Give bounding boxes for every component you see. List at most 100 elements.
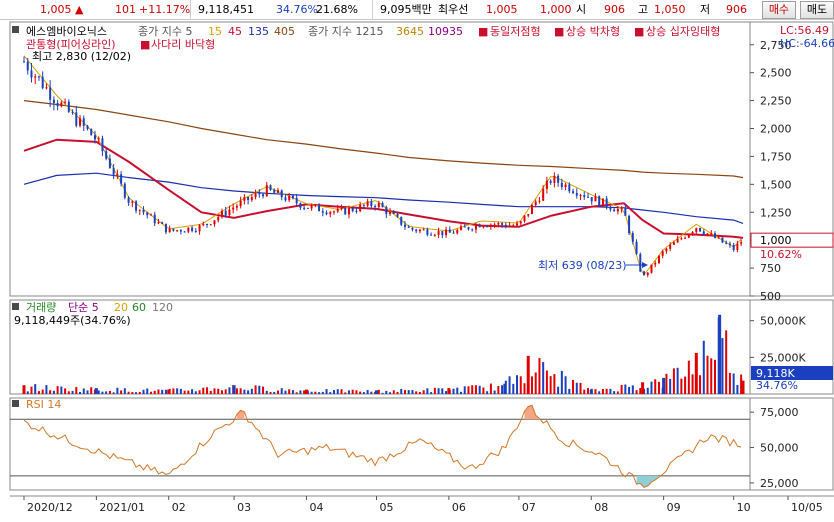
rsi-legend-icon[interactable] <box>12 400 19 407</box>
candle-body <box>314 204 317 206</box>
volume-bar <box>239 388 242 394</box>
buy-button[interactable]: 매수 <box>762 1 796 19</box>
candle-body <box>351 207 354 211</box>
turnover-ratio: 21.68% <box>316 3 358 16</box>
volume-bar <box>377 389 380 394</box>
candle-body <box>194 230 197 232</box>
volume-bar <box>254 385 257 394</box>
volume-bar <box>684 376 687 394</box>
volume-bar-peak <box>374 390 378 394</box>
ma405-label: 405 <box>274 25 295 38</box>
volume-bar <box>90 387 93 394</box>
volume-bar <box>295 392 298 394</box>
candle-body <box>437 231 440 235</box>
date-tick-label: 04 <box>309 501 323 514</box>
volume-bar <box>687 360 690 394</box>
candle-body <box>486 226 489 228</box>
volume-bar <box>680 378 683 394</box>
low-price: 906 <box>726 3 747 16</box>
candle-body <box>650 264 653 273</box>
rsi-tick-label: 50,000 <box>760 442 799 455</box>
hc-value: HC:-64.66 <box>780 37 834 50</box>
candle-body <box>318 204 321 212</box>
candle-body <box>609 206 612 210</box>
volume-bar <box>370 391 373 394</box>
candle-body <box>415 229 418 232</box>
candle-body <box>198 225 201 232</box>
legend-toggle-icon[interactable] <box>12 26 19 33</box>
volume-bar <box>512 383 515 394</box>
candle-body <box>400 216 403 225</box>
volume-legend-icon[interactable] <box>12 303 19 310</box>
volume-bar <box>732 373 735 394</box>
volume-bar <box>123 388 126 394</box>
volume-bar <box>333 390 336 394</box>
stock-chart[interactable]: 2,7502,5002,2502,0001,7501,5001,2501,000… <box>0 20 834 522</box>
candle-body <box>654 263 657 265</box>
current-price-value: 1,000 <box>760 234 792 247</box>
candle-body <box>276 190 279 193</box>
price-tick-label: 1,500 <box>760 178 792 191</box>
candle-body <box>82 118 85 126</box>
candle-body <box>41 76 44 89</box>
volume-summary: 9,118,449주(34.76%) <box>14 314 131 327</box>
volume-bar <box>628 386 631 394</box>
candle-body <box>699 227 702 232</box>
candle-body <box>60 102 63 107</box>
candle-body <box>269 185 272 190</box>
candle-body <box>530 204 533 215</box>
pattern-marker-3: ■ <box>634 25 644 38</box>
candle-body <box>370 201 373 206</box>
candle-body <box>426 229 429 235</box>
volume-tick-label: 25,000K <box>760 351 806 364</box>
candle-body <box>553 175 556 183</box>
volume-bar-peak <box>741 380 745 394</box>
volume-bar <box>385 390 388 394</box>
price-tick-label: 500 <box>760 290 781 303</box>
volume-bar <box>463 386 466 394</box>
volume-bar <box>108 390 111 394</box>
candle-body <box>336 208 339 212</box>
candle-body <box>549 180 552 183</box>
volume-bar <box>403 390 406 394</box>
sell-button[interactable]: 매도 <box>800 1 834 19</box>
volume-bar <box>202 387 205 394</box>
volume-bar-peak <box>167 389 171 394</box>
volume-bar-peak <box>718 314 722 394</box>
current-price: 1,005 <box>40 3 72 16</box>
date-tick-label: 2021/01 <box>99 501 145 514</box>
volume-bar <box>407 390 410 394</box>
pattern-label-3: 상승 십자잉태형 <box>646 25 720 38</box>
volume-bar <box>639 388 642 394</box>
lc-value: LC:56.49 <box>780 24 829 37</box>
pattern-marker-2: ■ <box>554 25 564 38</box>
candle-body <box>545 180 548 189</box>
candle-body <box>680 238 683 240</box>
volume-bar <box>519 376 522 394</box>
candle-body <box>575 193 578 196</box>
candle-body <box>172 228 175 231</box>
volume-bar <box>635 390 638 394</box>
trade-volume: 9,118,451 <box>198 3 254 16</box>
volume-bar <box>486 391 489 394</box>
candle-body <box>721 237 724 243</box>
volume-bar <box>702 340 705 394</box>
candle-body <box>254 193 257 198</box>
candle-body <box>187 227 190 232</box>
volume-bar <box>52 390 55 394</box>
candle-body <box>56 103 59 107</box>
volume-bar <box>299 390 302 394</box>
candle-body <box>534 201 537 205</box>
volume-bar-peak <box>447 388 451 394</box>
best-quote-label: 최우선 <box>438 3 469 16</box>
volume-bar <box>624 384 627 394</box>
volume-bar <box>665 373 668 394</box>
candle-body <box>191 227 194 231</box>
volume-bar <box>213 388 216 394</box>
candle-body <box>288 195 291 201</box>
volume-tick-label: 50,000K <box>760 315 806 328</box>
volume-bar <box>415 391 418 394</box>
volume-bar <box>557 386 560 394</box>
date-tick-label: 09 <box>667 501 681 514</box>
candle-body <box>86 125 89 129</box>
